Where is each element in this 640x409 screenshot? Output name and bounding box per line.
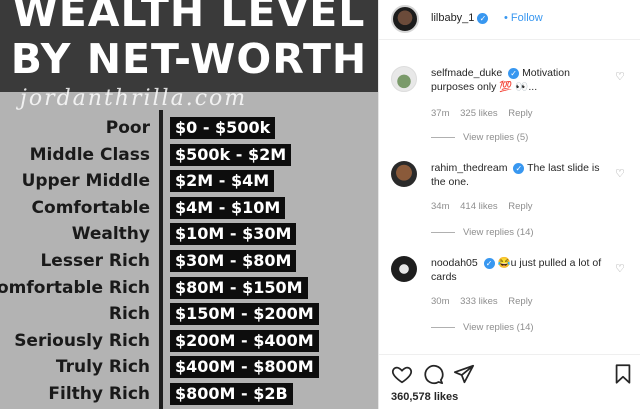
owner-username-text[interactable]: lilbaby_1 bbox=[431, 12, 474, 24]
heart-icon[interactable] bbox=[391, 363, 413, 385]
comment-like-heart-icon[interactable]: ♡ bbox=[615, 72, 625, 83]
separator-dot: • bbox=[504, 12, 508, 24]
comment-icon[interactable] bbox=[422, 363, 444, 385]
image-title-line2: BY NET-WORTH bbox=[10, 35, 368, 83]
tier-range: $2M - $4M bbox=[170, 170, 275, 193]
tier-label: Rich bbox=[108, 304, 150, 325]
verified-badge-icon: ✓ bbox=[513, 162, 525, 174]
tier-range: $0 - $500k bbox=[170, 117, 276, 139]
tier-label: Filthy Rich bbox=[48, 384, 150, 404]
commenter-username[interactable]: selfmade_duke bbox=[431, 67, 502, 79]
tier-label: Middle Class bbox=[29, 144, 150, 165]
tier-label: Poor bbox=[105, 118, 150, 138]
replies-dash bbox=[431, 136, 455, 138]
replies-dash bbox=[431, 326, 455, 328]
wealth-tier-row: Filthy Rich $800M - $2B bbox=[0, 382, 378, 406]
comment-text-block: noodah05 ✓ 😂u just pulled a lot of cards bbox=[431, 256, 609, 284]
follow-button[interactable]: Follow bbox=[511, 12, 543, 24]
commenter-username[interactable]: noodah05 bbox=[431, 257, 478, 269]
wealth-tier-row: Seriously Rich $200M - $400M bbox=[0, 329, 378, 353]
wealth-tier-row: Comfortable Rich $80M - $150M bbox=[0, 276, 378, 300]
wealth-tier-row: Lesser Rich $30M - $80M bbox=[0, 249, 378, 273]
tier-range: $400M - $800M bbox=[170, 356, 319, 379]
comment-meta: 34m 414 likes Reply bbox=[431, 201, 541, 212]
image-watermark: jordanthrilla.com bbox=[20, 86, 248, 111]
follow-link[interactable]: • Follow bbox=[504, 12, 543, 24]
tier-range: $10M - $30M bbox=[170, 223, 297, 246]
image-header-band: WEALTH LEVEL BY NET-WORTH bbox=[0, 0, 378, 92]
commenter-avatar[interactable] bbox=[391, 256, 417, 282]
tier-range: $200M - $400M bbox=[170, 329, 319, 352]
owner-username[interactable]: lilbaby_1 ✓ bbox=[431, 12, 489, 24]
comment-meta: 30m 333 likes Reply bbox=[431, 296, 541, 307]
comment-like-heart-icon[interactable]: ♡ bbox=[615, 264, 625, 275]
tier-label: Comfortable Rich bbox=[0, 277, 150, 298]
tier-label: Seriously Rich bbox=[14, 330, 150, 351]
reply-button[interactable]: Reply bbox=[508, 108, 532, 119]
comment-likes[interactable]: 414 likes bbox=[460, 201, 498, 212]
tier-range: $150M - $200M bbox=[170, 303, 319, 326]
comment-time: 34m bbox=[431, 201, 450, 212]
view-replies-label[interactable]: View replies (14) bbox=[463, 322, 534, 333]
wealth-tier-row: Upper Middle $2M - $4M bbox=[0, 169, 378, 193]
reply-button[interactable]: Reply bbox=[508, 296, 532, 307]
wealth-tier-row: Comfortable $4M - $10M bbox=[0, 196, 378, 220]
image-title-line1: WEALTH LEVEL bbox=[12, 0, 366, 36]
post-header: lilbaby_1 ✓ • Follow bbox=[379, 0, 640, 40]
post-panel: lilbaby_1 ✓ • Follow selfmade_duke ✓ Moti… bbox=[378, 0, 640, 409]
commenter-username[interactable]: rahim_thedream bbox=[431, 162, 507, 174]
view-replies-label[interactable]: View replies (14) bbox=[463, 227, 534, 238]
comment-likes[interactable]: 325 likes bbox=[460, 108, 498, 119]
verified-badge-icon: ✓ bbox=[508, 67, 520, 79]
comment-text-block: rahim_thedream ✓ The last slide is the o… bbox=[431, 161, 609, 189]
tier-range: $800M - $2B bbox=[170, 383, 293, 405]
comment-like-heart-icon[interactable]: ♡ bbox=[615, 169, 625, 180]
tier-label: Comfortable bbox=[31, 197, 150, 218]
view-replies-link[interactable]: View replies (14) bbox=[431, 322, 534, 333]
wealth-tier-row: Middle Class $500k - $2M bbox=[0, 143, 378, 167]
comment-meta: 37m 325 likes Reply bbox=[431, 108, 541, 119]
wealth-tier-row: Poor $0 - $500k bbox=[0, 116, 378, 140]
reply-button[interactable]: Reply bbox=[508, 201, 532, 212]
verified-badge-icon: ✓ bbox=[477, 12, 489, 24]
post-actions-bar: 360,578 likes bbox=[379, 354, 640, 409]
view-replies-link[interactable]: View replies (5) bbox=[431, 132, 528, 143]
tier-range: $30M - $80M bbox=[170, 250, 297, 272]
tier-range: $80M - $150M bbox=[170, 276, 308, 299]
comment-time: 30m bbox=[431, 296, 450, 307]
commenter-avatar[interactable] bbox=[391, 66, 417, 92]
tier-range: $500k - $2M bbox=[170, 143, 292, 166]
wealth-tier-row: Rich $150M - $200M bbox=[0, 302, 378, 326]
bookmark-icon[interactable] bbox=[612, 363, 634, 385]
tier-label: Upper Middle bbox=[21, 171, 150, 192]
likes-count[interactable]: 360,578 likes bbox=[391, 391, 458, 403]
view-replies-label[interactable]: View replies (5) bbox=[463, 132, 528, 143]
comment-text-block: selfmade_duke ✓ Motivation purposes only… bbox=[431, 66, 609, 94]
tier-label: Wealthy bbox=[71, 224, 150, 245]
view-replies-link[interactable]: View replies (14) bbox=[431, 227, 534, 238]
post-image[interactable]: WEALTH LEVEL BY NET-WORTH jordanthrilla.… bbox=[0, 0, 378, 409]
comment-time: 37m bbox=[431, 108, 450, 119]
paper-plane-icon[interactable] bbox=[453, 363, 475, 385]
replies-dash bbox=[431, 231, 455, 233]
tier-label: Truly Rich bbox=[55, 357, 150, 378]
commenter-avatar[interactable] bbox=[391, 161, 417, 187]
verified-badge-icon: ✓ bbox=[483, 257, 495, 269]
wealth-tier-row: Wealthy $10M - $30M bbox=[0, 222, 378, 246]
tier-range: $4M - $10M bbox=[170, 196, 286, 219]
comment-likes[interactable]: 333 likes bbox=[460, 296, 498, 307]
owner-avatar[interactable] bbox=[391, 5, 419, 33]
wealth-tier-row: Truly Rich $400M - $800M bbox=[0, 355, 378, 379]
tier-label: Lesser Rich bbox=[40, 251, 150, 271]
